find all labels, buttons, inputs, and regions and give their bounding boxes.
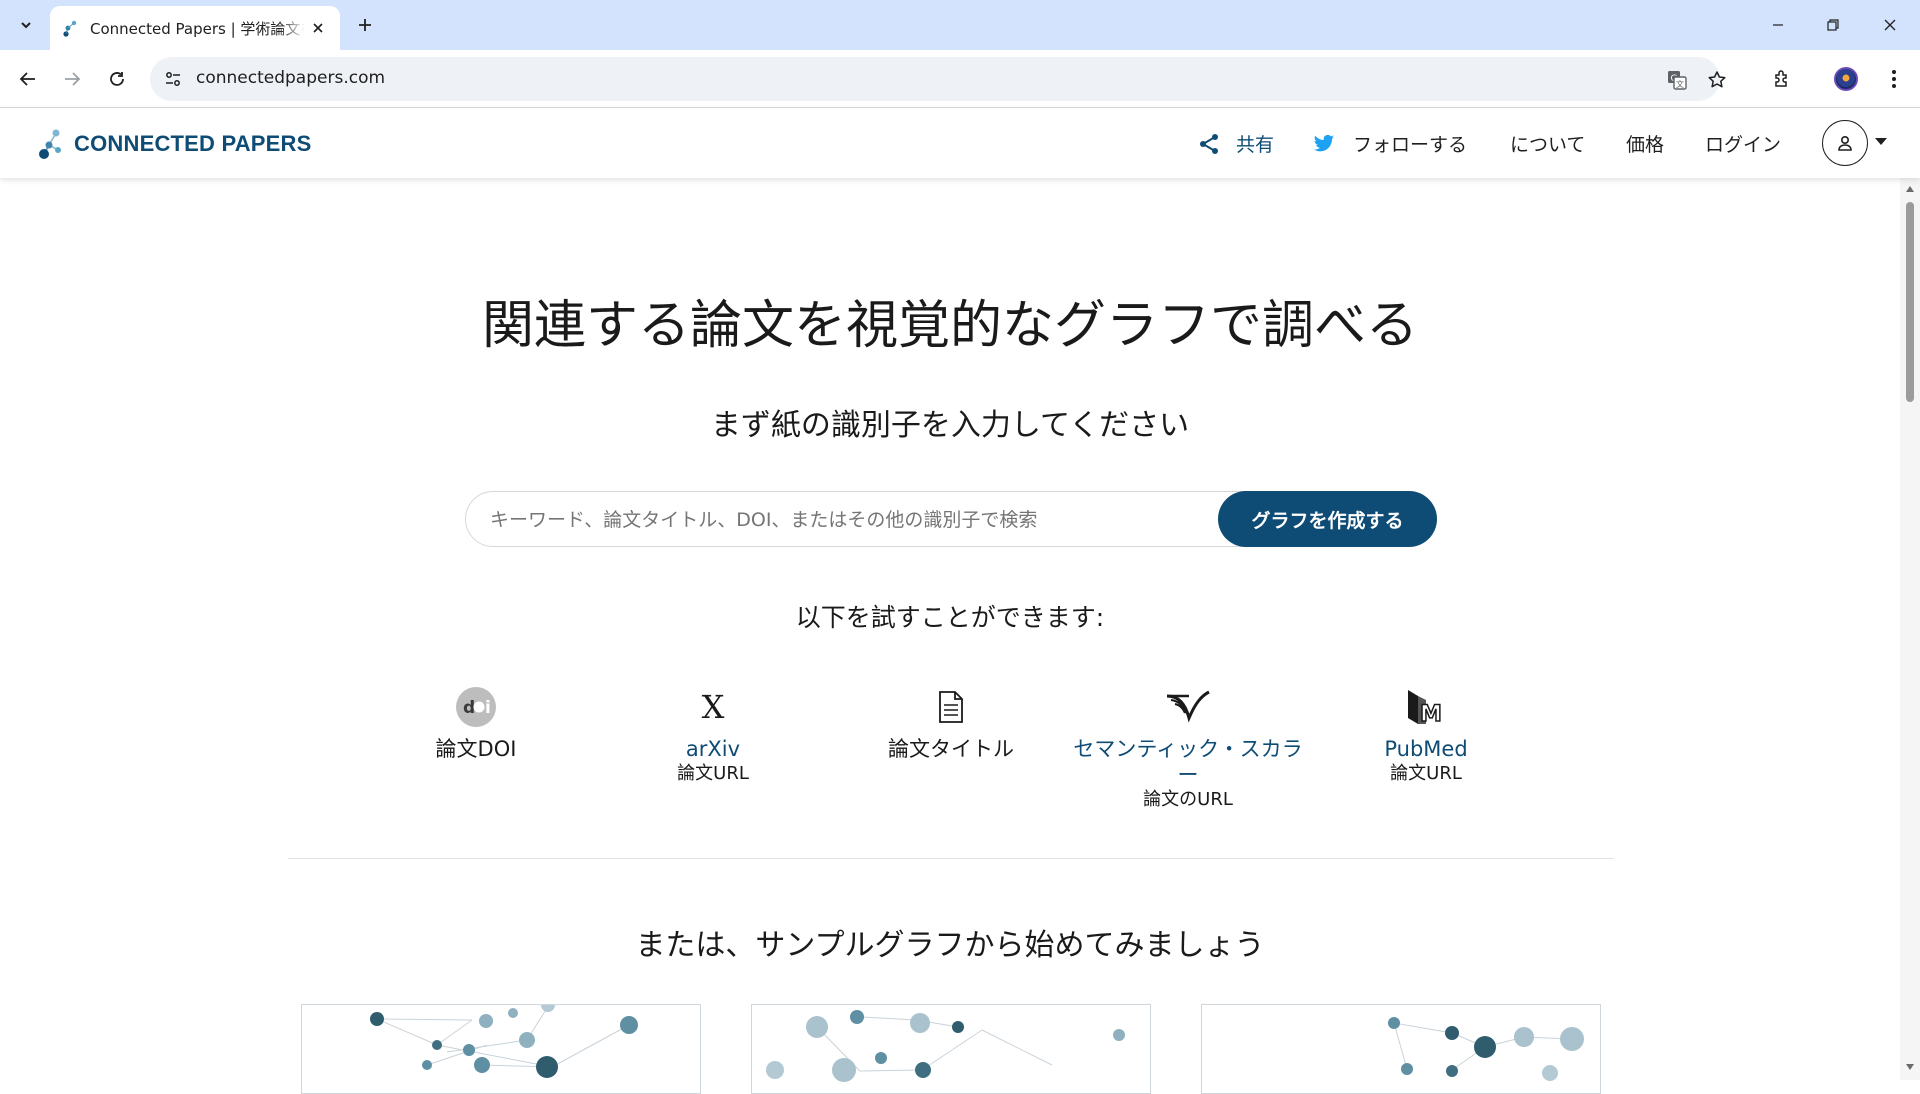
svg-text:d: d (463, 698, 475, 718)
source-pubmed-label: PubMed (1384, 737, 1468, 761)
samples-heading: または、サンプルグラフから始めてみましょう (635, 928, 1265, 963)
source-doi-label: 論文DOI (435, 737, 517, 761)
extensions-button[interactable] (1766, 63, 1798, 95)
source-arxiv[interactable]: X arXiv 論文URL (593, 686, 833, 786)
account-menu-button[interactable] (1822, 120, 1868, 166)
doi-icon: d i (456, 687, 496, 727)
source-semantic-scholar[interactable]: セマンティック・スカラー 論文のURL (1068, 686, 1308, 812)
browser-toolbar: connectedpapers.com G文 (0, 50, 1920, 108)
about-link[interactable]: について (1510, 130, 1585, 157)
source-arxiv-label: arXiv (685, 737, 741, 761)
plus-icon (359, 19, 371, 31)
arrow-left-icon (19, 72, 35, 86)
chevron-down-icon (21, 22, 31, 29)
tab-search-button[interactable] (10, 9, 42, 41)
scroll-thumb[interactable] (1906, 202, 1914, 402)
document-icon (939, 691, 963, 723)
identifier-examples: d i 論文DOI X arXiv 論文URL 論文タイトル セマンティック・ス… (0, 686, 1900, 826)
close-tab-icon[interactable] (308, 18, 328, 38)
search-bar: グラフを作成する (465, 491, 1437, 547)
browser-tab-bar: Connected Papers | 学術論文を視覚的に調べる (0, 0, 1920, 50)
section-divider (288, 858, 1614, 859)
source-semantic-scholar-sublabel: 論文のURL (1143, 789, 1233, 810)
arxiv-icon: X (702, 690, 725, 724)
site-header: CONNECTED PAPERS 共有 フォローする について 価格 ログイン (0, 108, 1920, 178)
follow-label: フォローする (1353, 134, 1468, 156)
semantic-scholar-icon (1166, 690, 1210, 723)
svg-text:M: M (1420, 702, 1442, 726)
scroll-down-arrow-icon[interactable] (1905, 1062, 1915, 1072)
url-text: connectedpapers.com (196, 68, 386, 88)
share-label: 共有 (1236, 134, 1275, 156)
pricing-link[interactable]: 価格 (1626, 130, 1664, 157)
login-label: ログイン (1705, 134, 1782, 156)
source-doi[interactable]: d i 論文DOI (356, 686, 596, 762)
try-label: 以下を試すことができます: (795, 603, 1105, 632)
source-semantic-scholar-label: セマンティック・スカラー (1073, 737, 1303, 787)
logo-text: CONNECTED PAPERS (74, 131, 312, 156)
twitter-icon (1313, 134, 1335, 151)
connected-papers-favicon (63, 20, 77, 37)
follow-link[interactable]: フォローする (1313, 130, 1467, 157)
active-tab[interactable]: Connected Papers | 学術論文を視覚的に調べる (50, 6, 340, 50)
bookmark-star-icon[interactable] (1705, 68, 1729, 92)
source-arxiv-sublabel: 論文URL (677, 763, 749, 784)
site-info-icon[interactable] (162, 68, 184, 90)
page-title: 関連する論文を視覚的なグラフで調べる (481, 296, 1418, 356)
graph-thumbnail (1388, 1017, 1584, 1081)
build-graph-button[interactable]: グラフを作成する (1218, 491, 1437, 547)
new-tab-button[interactable] (352, 12, 378, 38)
pubmed-icon: M (1408, 690, 1443, 726)
minimize-button[interactable] (1763, 10, 1793, 40)
reload-icon (110, 72, 124, 86)
reload-button[interactable] (101, 63, 133, 95)
forward-button[interactable] (56, 63, 88, 95)
source-title[interactable]: 論文タイトル (831, 686, 1071, 762)
share-icon (1200, 133, 1218, 154)
graph-thumbnail (766, 1010, 1125, 1082)
source-pubmed[interactable]: M PubMed 論文URL (1306, 686, 1546, 786)
more-vertical-icon (1892, 70, 1896, 88)
caret-down-icon[interactable] (1874, 136, 1888, 146)
connected-papers-logo-icon (39, 129, 61, 159)
sample-graph-card[interactable] (751, 1004, 1151, 1094)
pricing-label: 価格 (1626, 134, 1665, 156)
address-bar[interactable]: connectedpapers.com G文 (150, 57, 1726, 101)
main-content: 関連する論文を視覚的なグラフで調べる まず紙の識別子を入力してください グラフを… (0, 178, 1900, 1094)
svg-text:X: X (702, 690, 725, 724)
translate-icon[interactable]: G文 (1665, 68, 1689, 92)
close-window-button[interactable] (1875, 10, 1905, 40)
restore-icon (1827, 19, 1839, 31)
scroll-up-arrow-icon[interactable] (1905, 184, 1915, 194)
about-label: について (1510, 134, 1586, 156)
page-subtitle: まず紙の識別子を入力してください (710, 408, 1190, 443)
site-logo[interactable]: CONNECTED PAPERS (38, 128, 312, 160)
restore-button[interactable] (1818, 10, 1848, 40)
source-pubmed-sublabel: 論文URL (1390, 763, 1462, 784)
close-icon (1884, 19, 1896, 31)
page-scrollbar[interactable] (1900, 178, 1920, 1080)
graph-thumbnail (370, 1005, 638, 1078)
tab-title: Connected Papers | 学術論文を視覚的に調べる (90, 19, 305, 38)
browser-menu-button[interactable] (1878, 63, 1910, 95)
puzzle-icon (1775, 70, 1787, 87)
sample-graph-card[interactable] (301, 1004, 701, 1094)
share-link[interactable]: 共有 (1198, 130, 1274, 157)
minimize-icon (1773, 24, 1783, 26)
svg-text:文: 文 (1676, 79, 1684, 89)
source-title-label: 論文タイトル (888, 737, 1014, 761)
profile-button[interactable] (1830, 63, 1862, 95)
avatar (1834, 67, 1858, 91)
back-button[interactable] (12, 63, 44, 95)
sample-graph-card[interactable] (1201, 1004, 1601, 1094)
user-icon (1838, 135, 1852, 151)
search-input[interactable] (490, 504, 1210, 536)
arrow-right-icon (65, 72, 81, 86)
svg-text:i: i (485, 698, 491, 718)
login-link[interactable]: ログイン (1705, 130, 1781, 157)
